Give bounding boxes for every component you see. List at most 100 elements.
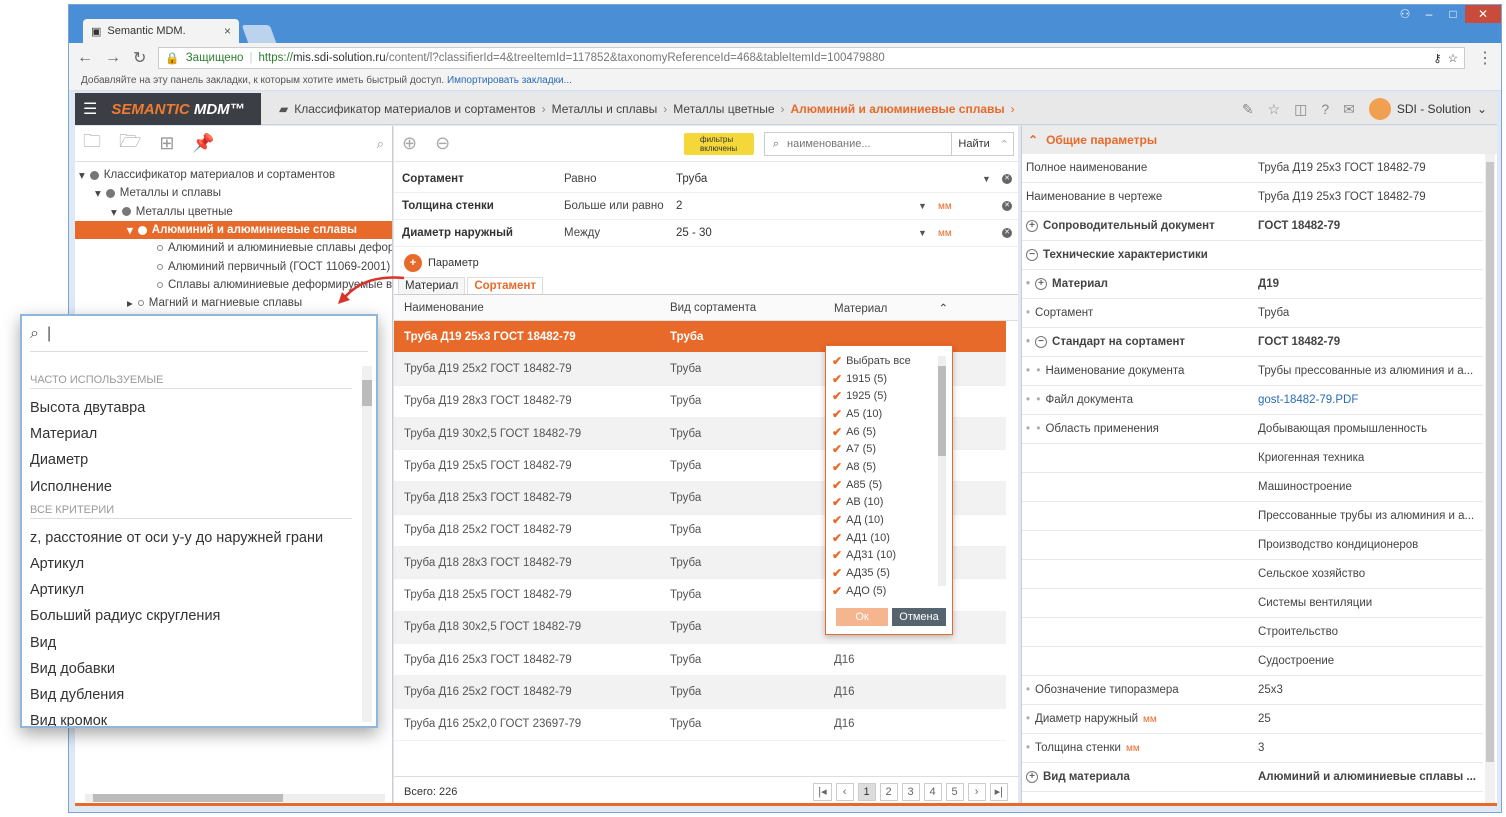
page-button[interactable]: 5 [945, 783, 964, 801]
dropdown-icon[interactable]: ▼ [982, 174, 991, 184]
chevron-up-icon[interactable]: ⌃ [939, 303, 949, 315]
search-input[interactable] [787, 134, 952, 154]
property-row[interactable]: • + Материал Д19 [1022, 270, 1483, 299]
checkbox-option[interactable]: ✔ АДО (5) [826, 582, 952, 600]
breadcrumb-current[interactable]: Алюминий и алюминиевые сплавы [791, 102, 1005, 116]
list-item[interactable]: Высота двутавра [22, 395, 376, 421]
ok-button[interactable]: Ок [836, 608, 888, 626]
expand-plus-icon[interactable]: + [1026, 771, 1038, 783]
search-button[interactable]: Найти [951, 133, 995, 155]
collapse-icon[interactable]: ⌃ [996, 138, 1013, 151]
column-header[interactable]: Наименование [394, 302, 660, 314]
close-tab-icon[interactable]: × [224, 24, 231, 38]
checkbox-option[interactable]: ✔ А8 (5) [826, 458, 952, 476]
collapse-minus-icon[interactable]: − [1026, 249, 1038, 261]
import-bookmarks-link[interactable]: Импортировать закладки... [447, 75, 572, 86]
picker-scrollbar[interactable] [362, 366, 372, 722]
prev-page-icon[interactable]: ‹ [835, 783, 854, 801]
page-button[interactable]: 2 [879, 783, 898, 801]
list-item[interactable]: z, расстояние от оси y-y до наружней гра… [22, 525, 376, 551]
breadcrumb-item[interactable]: Металлы и сплавы [552, 102, 658, 116]
last-page-icon[interactable]: ▸| [989, 783, 1008, 801]
scroll-thumb[interactable] [938, 366, 946, 456]
hierarchy-icon[interactable]: ⊞ [159, 133, 174, 154]
checkbox-option[interactable]: ✔ АД (10) [826, 511, 952, 529]
checkbox-option[interactable]: ✔ 1925 (5) [826, 387, 952, 405]
property-row[interactable]: − Технические характеристики [1022, 241, 1483, 270]
user-icon[interactable]: ⚇ [1393, 5, 1417, 23]
list-item[interactable]: Материал [22, 421, 376, 447]
list-item[interactable]: Исполнение [22, 474, 376, 500]
add-folder-icon[interactable]: 🗀 [83, 129, 101, 159]
expand-icon[interactable]: ▾ [127, 223, 133, 237]
hamburger-icon[interactable]: ☰ [83, 99, 97, 119]
breadcrumb-item[interactable]: Металлы цветные [673, 102, 774, 116]
checkbox-option[interactable]: ✔ АД31 (10) [826, 547, 952, 565]
tree-node[interactable]: ▾ Металлы и сплавы [75, 184, 392, 202]
table-row[interactable]: Труба Д16 25х2,0 ГОСТ 23697-79 Труба Д16 [394, 709, 1006, 741]
list-item[interactable]: Артикул [22, 551, 376, 577]
tree-node[interactable]: ▾ Классификатор материалов и сортаментов [75, 166, 392, 184]
first-page-icon[interactable]: |◂ [813, 783, 832, 801]
list-item[interactable]: Вид [22, 630, 376, 656]
expand-icon[interactable]: ▾ [79, 168, 85, 182]
horizontal-scrollbar[interactable] [85, 794, 385, 802]
page-button[interactable]: 1 [857, 783, 876, 801]
checkbox-option[interactable]: ✔ 1915 (5) [826, 370, 952, 388]
column-header[interactable]: Вид сортамента [660, 302, 824, 314]
table-row[interactable]: Труба Д16 25х2 ГОСТ 18482-79 Труба Д16 [394, 676, 1006, 709]
tree-node-selected[interactable]: ▾ Алюминий и алюминиевые сплавы [75, 220, 392, 240]
checkbox-option[interactable]: ✔ АД1 (10) [826, 529, 952, 547]
page-button[interactable]: 3 [901, 783, 920, 801]
dropdown-icon[interactable]: ▼ [918, 201, 927, 211]
tree-node[interactable]: ▾ Металлы цветные [75, 203, 392, 221]
forward-icon[interactable]: → [105, 49, 121, 67]
checkbox-option[interactable]: ✔ АД35 (5) [826, 564, 952, 582]
help-icon[interactable]: ? [1321, 101, 1329, 117]
expand-icon[interactable]: ▸ [127, 296, 133, 310]
expand-plus-icon[interactable]: + [1035, 278, 1048, 290]
add-item-icon[interactable]: ⊕ [402, 133, 417, 154]
column-header-material[interactable]: Материал ⌃ [824, 301, 1004, 315]
star-icon[interactable]: ☆ [1448, 51, 1458, 65]
cancel-button[interactable]: Отмена [892, 608, 946, 626]
checkbox-option[interactable]: ✔ АВ (10) [826, 494, 952, 512]
add-parameter-button[interactable]: + Параметр [394, 251, 1018, 275]
next-page-icon[interactable]: › [967, 783, 986, 801]
reload-icon[interactable]: ↻ [133, 48, 146, 68]
filter-value[interactable]: 25 - 30 [676, 227, 1010, 239]
remove-filter-icon[interactable]: ✕ [1002, 174, 1012, 184]
filter-value[interactable]: 2 [676, 200, 1010, 212]
list-item[interactable]: Вид добавки [22, 656, 376, 682]
remove-item-icon[interactable]: ⊖ [435, 133, 450, 154]
mail-icon[interactable]: ✉ [1343, 101, 1355, 118]
expand-icon[interactable]: ▾ [95, 186, 101, 200]
scroll-thumb[interactable] [1486, 162, 1494, 762]
checkbox-option[interactable]: ✔ А6 (5) [826, 423, 952, 441]
checkbox-option[interactable]: ✔ А85 (5) [826, 476, 952, 494]
menu-icon[interactable]: ⋮ [1477, 48, 1493, 68]
properties-scrollbar[interactable] [1485, 154, 1495, 804]
checkbox-option[interactable]: ✔ А5 (10) [826, 405, 952, 423]
favorite-icon[interactable]: ☆ [1268, 101, 1281, 118]
property-row[interactable]: + Вид материала Алюминий и алюминиевые спл… [1022, 763, 1483, 792]
list-item[interactable]: Вид дубления [22, 682, 376, 708]
key-icon[interactable]: ⚷ [1433, 51, 1441, 65]
scroll-thumb[interactable] [362, 380, 372, 406]
dropdown-icon[interactable]: ▼ [918, 228, 927, 238]
list-item[interactable]: Диаметр [22, 447, 376, 473]
breadcrumb-item[interactable]: Классификатор материалов и сортаментов [294, 102, 535, 116]
filter-op[interactable]: Больше или равно [564, 200, 676, 212]
page-button[interactable]: 4 [923, 783, 942, 801]
picker-search[interactable]: ⌕ | [30, 316, 368, 352]
expand-plus-icon[interactable]: + [1026, 220, 1038, 232]
browser-tab[interactable]: ▣ Semantic MDM. × [83, 19, 239, 43]
url-input[interactable]: 🔒 Защищено | https://mis.sdi-solution.ru… [158, 47, 1465, 69]
close-window-icon[interactable]: ✕ [1465, 5, 1501, 23]
table-row[interactable]: Труба Д16 25х3 ГОСТ 18482-79 Труба Д16 [394, 644, 1006, 677]
remove-folder-icon[interactable]: 🗁 [119, 129, 141, 159]
checkbox-option[interactable]: ✔ А7 (5) [826, 440, 952, 458]
list-item[interactable]: Больший радиус скругления [22, 603, 376, 629]
checkbox-option[interactable]: ✔ Выбрать все [826, 352, 952, 370]
filter-op[interactable]: Равно [564, 173, 676, 185]
